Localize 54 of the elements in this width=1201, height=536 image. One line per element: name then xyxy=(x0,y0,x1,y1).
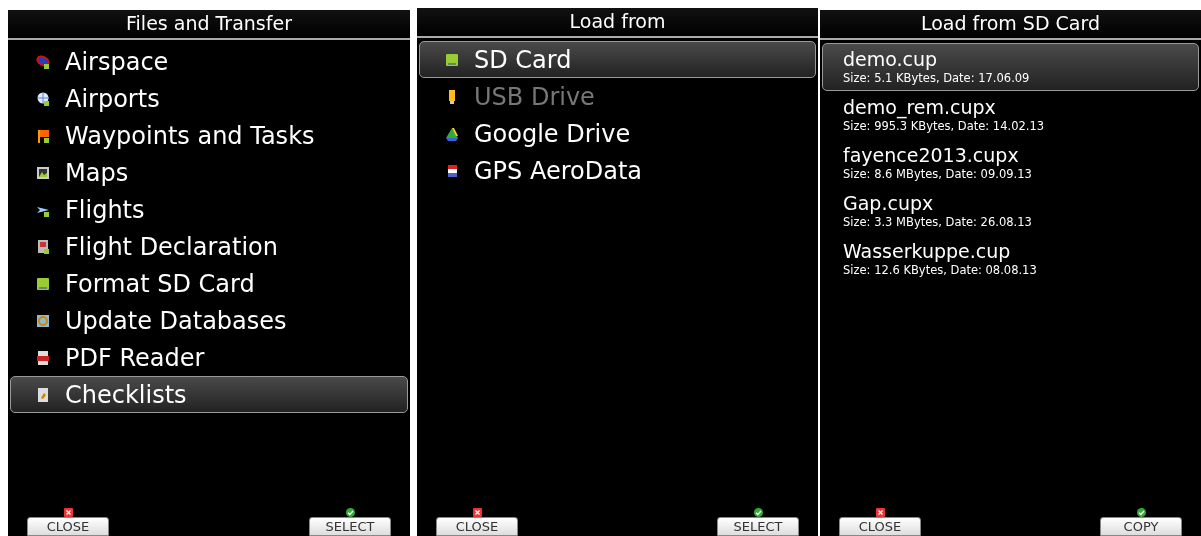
pdf-icon xyxy=(35,349,51,366)
file-name: demo.cup xyxy=(843,49,938,70)
check-icon xyxy=(345,508,355,517)
menu-item[interactable]: Waypoints and Tasks xyxy=(10,117,408,154)
sd-card-icon xyxy=(35,275,51,292)
menu-item[interactable]: Checklists xyxy=(10,376,408,413)
confirm-button[interactable]: SELECT xyxy=(309,517,391,536)
triangle-icon xyxy=(444,125,460,142)
close-button[interactable]: CLOSE xyxy=(839,517,921,536)
file-details: Size: 12.6 KBytes, Date: 08.08.13 xyxy=(843,263,1037,277)
file-item[interactable]: Gap.cupx Size: 3.3 MBytes, Date: 26.08.13 xyxy=(822,187,1199,235)
flag-icon xyxy=(35,127,51,144)
confirm-button[interactable]: SELECT xyxy=(717,517,799,536)
file-name: Wasserkuppe.cup xyxy=(843,241,1011,262)
menu-item[interactable]: Flight Declaration xyxy=(10,228,408,265)
menu-item[interactable]: PDF Reader xyxy=(10,339,408,376)
file-name: fayence2013.cupx xyxy=(843,145,1019,166)
close-button[interactable]: CLOSE xyxy=(436,517,518,536)
file-name: demo_rem.cupx xyxy=(843,97,996,118)
file-details: Size: 3.3 MBytes, Date: 26.08.13 xyxy=(843,215,1032,229)
close-icon xyxy=(472,508,482,517)
file-name: Gap.cupx xyxy=(843,193,934,214)
close-icon xyxy=(875,508,885,517)
file-item[interactable]: demo.cup Size: 5.1 KBytes, Date: 17.06.09 xyxy=(822,43,1199,91)
document-icon xyxy=(35,238,51,255)
refresh-icon xyxy=(35,312,51,329)
file-details: Size: 5.1 KBytes, Date: 17.06.09 xyxy=(843,71,1030,85)
menu-item[interactable]: GPS AeroData xyxy=(419,152,816,189)
menu-item[interactable]: Google Drive xyxy=(419,115,816,152)
sd-card-icon xyxy=(444,51,460,68)
close-icon xyxy=(63,508,73,517)
document-icon xyxy=(35,386,51,403)
menu-item[interactable]: Maps xyxy=(10,154,408,191)
check-icon xyxy=(1136,508,1146,517)
menu-item[interactable]: SD Card xyxy=(419,41,816,78)
confirm-button[interactable]: COPY xyxy=(1100,517,1182,536)
globe-icon xyxy=(35,90,51,107)
panel-title: Files and Transfer xyxy=(8,10,410,40)
panel-title: Load from xyxy=(417,8,818,38)
menu-item[interactable]: Format SD Card xyxy=(10,265,408,302)
file-details: Size: 8.6 MBytes, Date: 09.09.13 xyxy=(843,167,1032,181)
close-button[interactable]: CLOSE xyxy=(27,517,109,536)
file-details: Size: 995.3 KBytes, Date: 14.02.13 xyxy=(843,119,1045,133)
menu-item[interactable]: Update Databases xyxy=(10,302,408,339)
menu-item[interactable]: Airspace xyxy=(10,43,408,80)
picture-icon xyxy=(35,164,51,181)
menu-item[interactable]: Airports xyxy=(10,80,408,117)
panel-title: Load from SD Card xyxy=(820,10,1201,40)
file-item[interactable]: Wasserkuppe.cup Size: 12.6 KBytes, Date: 08.08.13 xyxy=(822,235,1199,283)
menu-item[interactable]: Flights xyxy=(10,191,408,228)
check-icon xyxy=(753,508,763,517)
ellipse-icon xyxy=(35,53,51,70)
file-item[interactable]: fayence2013.cupx Size: 8.6 MBytes, Date: 09.09.13 xyxy=(822,139,1199,187)
file-item[interactable]: demo_rem.cupx Size: 995.3 KBytes, Date: 14.02.13 xyxy=(822,91,1199,139)
